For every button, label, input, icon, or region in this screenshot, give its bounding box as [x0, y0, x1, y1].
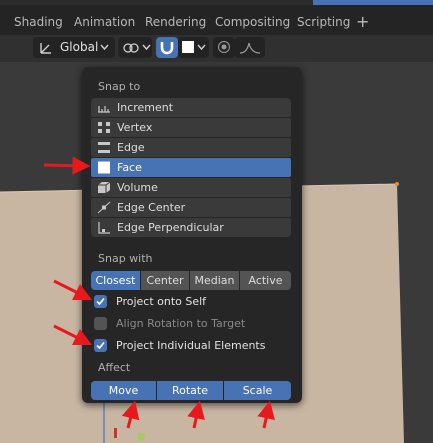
annotation-arrows [43, 156, 275, 429]
annotation-arrow-icon [257, 400, 275, 429]
annotation-arrow-icon [53, 324, 93, 346]
annotation-arrow-icon [121, 400, 140, 429]
annotation-arrow-icon [187, 400, 205, 429]
annotation-arrow-icon [53, 279, 93, 301]
annotation-arrow-icon [43, 156, 91, 175]
